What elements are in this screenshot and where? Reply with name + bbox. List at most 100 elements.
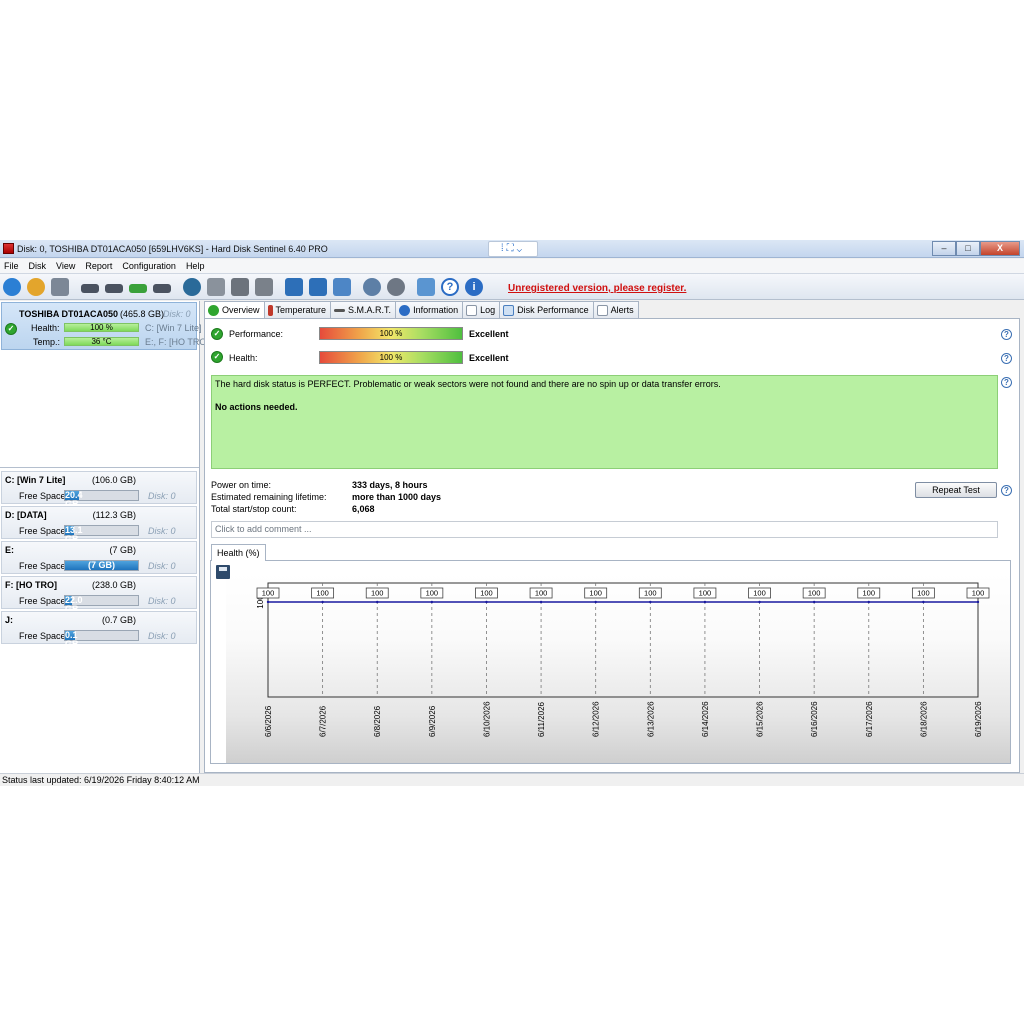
close-button[interactable]: X: [980, 241, 1020, 256]
menu-view[interactable]: View: [51, 259, 80, 273]
data-point: [649, 600, 652, 604]
x-tick-label: 6/15/2026: [756, 701, 765, 737]
disk-remove-icon[interactable]: [105, 284, 123, 293]
camera-icon[interactable]: [417, 278, 435, 296]
disk-check-icon[interactable]: [129, 284, 147, 293]
disk-settings-icon[interactable]: [255, 278, 273, 296]
data-label: 100: [371, 589, 384, 598]
disk-tool-icon[interactable]: [153, 284, 171, 293]
help-icon[interactable]: ?: [441, 278, 459, 296]
data-point: [703, 600, 707, 604]
menu-help[interactable]: Help: [181, 259, 210, 273]
volume-list: C: [Win 7 Lite] (106.0 GB) Free Space 20…: [0, 467, 199, 773]
status-text: The hard disk status is PERFECT. Problem…: [215, 379, 721, 389]
maximize-button[interactable]: □: [956, 241, 980, 256]
tab-overview[interactable]: Overview: [204, 301, 265, 319]
volume-item[interactable]: C: [Win 7 Lite] (106.0 GB) Free Space 20…: [1, 471, 197, 509]
smart-icon: [334, 308, 346, 312]
disk-name: TOSHIBA DT01ACA050: [19, 309, 119, 319]
free-space-bar: (7 GB): [64, 560, 139, 571]
x-tick-label: 6/17/2026: [865, 701, 874, 737]
disk-size: (465.8 GB): [120, 309, 165, 319]
tab-temperature[interactable]: Temperature: [263, 301, 332, 318]
check-icon: ✓: [211, 328, 223, 340]
data-point: [812, 600, 816, 604]
tab-disk-performance[interactable]: Disk Performance: [499, 301, 594, 318]
health-rating: Excellent: [469, 353, 509, 363]
performance-bar: 100 %: [319, 327, 463, 340]
gear-icon[interactable]: [387, 278, 405, 296]
help-icon[interactable]: ?: [1001, 485, 1012, 496]
tab-label: S.M.A.R.T.: [348, 304, 392, 315]
tab-log[interactable]: Log: [462, 301, 501, 318]
tab-information[interactable]: Information: [395, 301, 464, 318]
data-label: 100: [972, 589, 985, 598]
tab-strip: Overview Temperature S.M.A.R.T. Informat…: [204, 301, 639, 319]
free-space-value: 20.4 GB: [65, 490, 83, 509]
x-tick-label: 6/6/2026: [264, 705, 273, 737]
tab-health-chart[interactable]: Health (%): [211, 544, 266, 561]
x-tick-label: 6/7/2026: [319, 705, 328, 737]
volume-size: (7 GB): [109, 545, 136, 555]
tab-label: Information: [413, 304, 459, 315]
volume-disk: Disk: 0: [148, 596, 176, 606]
tools-icon[interactable]: [231, 278, 249, 296]
x-tick-label: 6/11/2026: [537, 701, 546, 737]
health-label: Health:: [229, 353, 258, 363]
tab-label: Alerts: [610, 304, 634, 315]
status-message: The hard disk status is PERFECT. Problem…: [211, 375, 998, 469]
refresh-all-icon[interactable]: [27, 278, 45, 296]
help-icon[interactable]: ?: [1001, 377, 1012, 388]
data-point: [758, 600, 761, 604]
cloud-icon[interactable]: [333, 278, 351, 296]
data-point: [485, 600, 488, 604]
menu-report[interactable]: Report: [80, 259, 117, 273]
notes-icon[interactable]: [285, 278, 303, 296]
menu-disk[interactable]: Disk: [24, 259, 52, 273]
menu-configuration[interactable]: Configuration: [117, 259, 181, 273]
volume-item[interactable]: J: (0.7 GB) Free Space 0.1 GB Disk: 0: [1, 611, 197, 649]
data-label: 100: [535, 589, 548, 598]
help-icon[interactable]: ?: [1001, 329, 1012, 340]
data-point: [321, 600, 324, 604]
free-space-bar: 0.1 GB: [64, 630, 139, 649]
check-icon: [208, 305, 219, 316]
menu-file[interactable]: File: [0, 259, 24, 273]
minimize-button[interactable]: –: [932, 241, 956, 256]
health-chart-panel: 100 100 100 100 100 100 100 100 100 100 100 100 100 1…: [210, 560, 1011, 764]
repeat-test-button[interactable]: Repeat Test: [915, 482, 997, 498]
free-space-value: (7 GB): [65, 561, 138, 570]
volume-item[interactable]: E: (7 GB) Free Space (7 GB) Disk: 0: [1, 541, 197, 574]
tab-alerts[interactable]: Alerts: [592, 301, 639, 318]
free-space-bar: 20.4 GB: [64, 490, 139, 509]
disk-list-icon[interactable]: [51, 278, 69, 296]
snap-toolbar[interactable]: ⁞⛶⌄: [488, 241, 538, 257]
volume-item[interactable]: D: [DATA] (112.3 GB) Free Space 13.1 GB …: [1, 506, 197, 544]
tab-label: Log: [480, 304, 496, 315]
info-icon: [399, 304, 411, 316]
disk-icon[interactable]: [81, 284, 99, 293]
tab-smart[interactable]: S.M.A.R.T.: [330, 301, 397, 318]
refresh-icon[interactable]: [3, 278, 21, 296]
volume-disk: Disk: 0: [148, 526, 176, 536]
health-bar: 100 %: [319, 351, 463, 364]
data-label: 100: [917, 589, 930, 598]
email-icon[interactable]: [309, 278, 327, 296]
disk-card[interactable]: TOSHIBA DT01ACA050 (465.8 GB) Disk: 0 ✓ …: [1, 302, 209, 350]
volume-item[interactable]: F: [HO TRO] (238.0 GB) Free Space 22.0 G…: [1, 576, 197, 614]
eject-icon[interactable]: [207, 278, 225, 296]
help-icon[interactable]: ?: [1001, 353, 1012, 364]
free-space-label: Free Space: [19, 561, 66, 571]
health-chart: 100 100 100 100 100 100 100 100 100 100 100 100 100 1…: [256, 582, 990, 737]
settings-icon[interactable]: [363, 278, 381, 296]
x-tick-label: 6/16/2026: [810, 701, 819, 737]
data-label: 100: [863, 589, 876, 598]
data-point: [539, 600, 543, 604]
info-icon[interactable]: i: [465, 278, 483, 296]
data-label: 100: [589, 589, 602, 598]
toolbar: ? i Unregistered version, please registe…: [0, 273, 1024, 300]
volume-name: D: [DATA]: [5, 510, 47, 520]
comment-field[interactable]: Click to add comment ...: [211, 521, 998, 538]
surface-test-icon[interactable]: [183, 278, 201, 296]
register-link[interactable]: Unregistered version, please register.: [508, 283, 686, 294]
